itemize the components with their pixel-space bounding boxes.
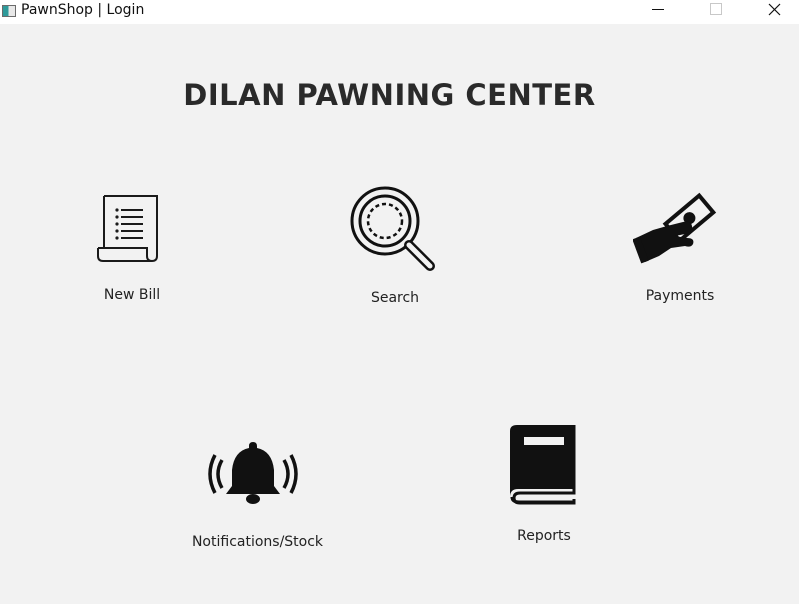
window-title: PawnShop | Login [21,2,145,18]
page-title: DILAN PAWNING CENTER [183,78,596,112]
search-button[interactable]: Search [345,183,445,308]
hand-money-icon [633,192,717,264]
book-icon [510,425,576,505]
maximize-button[interactable] [693,0,739,24]
search-label: Search [370,290,420,306]
close-icon [768,3,781,16]
reports-label: Reports [517,528,571,544]
minimize-icon [652,9,664,10]
minimize-button[interactable] [635,0,681,24]
app-icon [2,5,16,17]
close-button[interactable] [752,0,798,24]
bell-icon [208,442,298,504]
payments-label: Payments [645,288,715,304]
title-bar: PawnShop | Login [0,0,799,24]
maximize-icon [710,3,722,15]
notifications-stock-button[interactable]: Notifications/Stock [190,438,325,556]
new-bill-label: New Bill [103,287,161,303]
magnifier-icon [350,186,435,271]
new-bill-button[interactable]: New Bill [90,190,180,310]
app-window: PawnShop | Login DILAN PAWNING CENTER Ne… [0,0,799,604]
receipt-icon [97,195,158,263]
notifications-stock-label: Notifications/Stock [191,534,324,550]
payments-button[interactable]: Payments [630,186,730,311]
reports-button[interactable]: Reports [505,424,585,549]
